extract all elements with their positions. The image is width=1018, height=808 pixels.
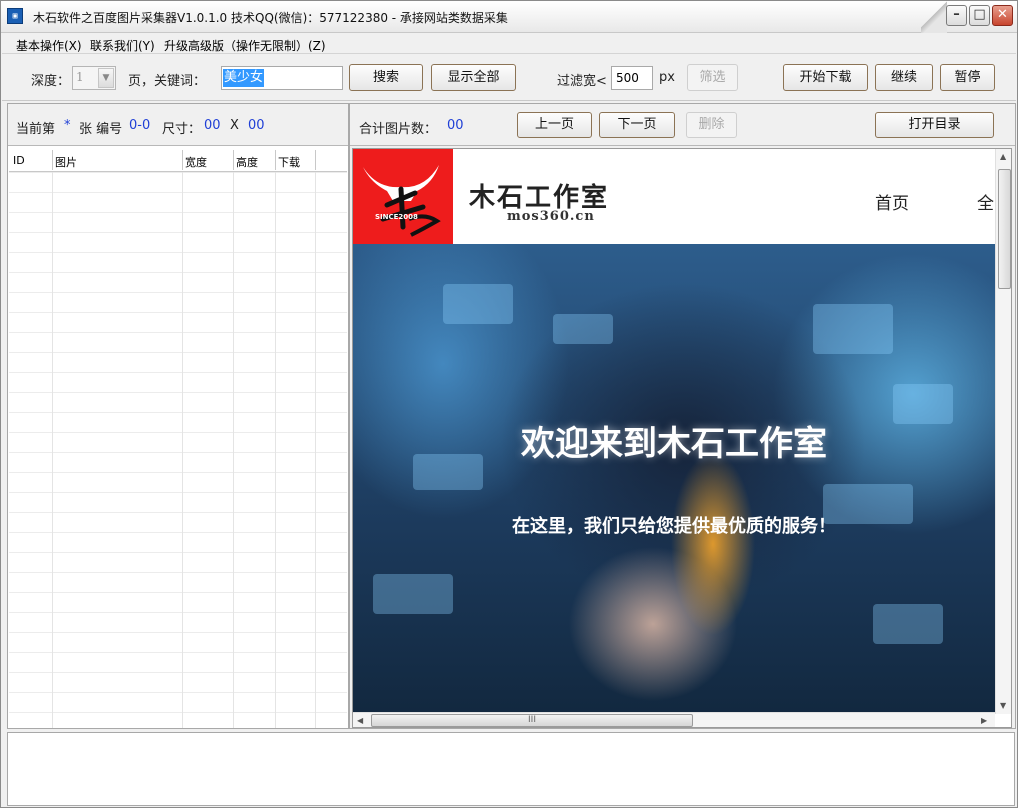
menu-upgrade[interactable]: 升级高级版（操作无限制）(Z) — [164, 37, 326, 54]
column-divider[interactable] — [233, 150, 234, 170]
banner-tile — [373, 574, 453, 614]
menu-contact-us[interactable]: 联系我们(Y) — [90, 37, 155, 54]
banner-tile — [813, 304, 893, 354]
grid-line — [275, 172, 276, 728]
image-table-body[interactable] — [9, 172, 347, 728]
menu-bar: 基本操作(X) 联系我们(Y) 升级高级版（操作无限制）(Z) — [2, 34, 1016, 54]
keyword-input[interactable]: 美少女 — [221, 66, 343, 90]
preview-panel: 合计图片数： 00 上一页 下一页 删除 打开目录 SINCE2008 木石工作… — [349, 103, 1016, 729]
logo-since-text: SINCE2008 — [375, 213, 418, 221]
close-icon: ✕ — [997, 7, 1008, 22]
column-divider[interactable] — [315, 150, 316, 170]
log-output-area[interactable] — [7, 732, 1015, 806]
banner-subtitle: 在这里，我们只给您提供最优质的服务！ — [512, 516, 836, 537]
preview-info-bar: 合计图片数： 00 上一页 下一页 删除 打开目录 — [350, 104, 1015, 146]
horizontal-scroll-thumb[interactable]: III — [371, 714, 693, 727]
banner-tile — [553, 314, 613, 344]
vertical-scroll-thumb[interactable] — [998, 169, 1011, 289]
scroll-down-icon[interactable]: ▼ — [1000, 701, 1006, 710]
minimize-icon: – — [953, 7, 960, 22]
column-divider[interactable] — [182, 150, 183, 170]
filter-width-label: 过滤宽< — [557, 74, 607, 89]
scroll-up-icon[interactable]: ▲ — [1000, 152, 1006, 161]
minimize-button[interactable]: – — [946, 5, 967, 26]
toolbar: 深度： 1 ▼ 页，关键词： 美少女 搜索 显示全部 过滤宽< 500 px 筛… — [2, 55, 1016, 101]
grid-line — [52, 172, 53, 728]
grid-line — [315, 172, 316, 728]
title-decoration — [921, 1, 947, 33]
menu-basic-operations[interactable]: 基本操作(X) — [16, 37, 82, 54]
column-divider[interactable] — [52, 150, 53, 170]
column-header-download[interactable]: 下载 — [278, 154, 300, 170]
delete-button[interactable]: 删除 — [686, 112, 737, 138]
window-controls: – □ ✕ — [946, 5, 1013, 26]
web-preview[interactable]: SINCE2008 木石工作室 mos360.cn 首页 全 欢迎来到木石工作室… — [352, 148, 1012, 728]
start-download-button[interactable]: 开始下载 — [783, 64, 868, 91]
site-url: mos360.cn — [507, 209, 595, 224]
banner-title: 欢迎来到木石工作室 — [521, 424, 827, 464]
keyword-label: 页，关键词： — [128, 74, 207, 89]
current-index: * — [64, 118, 71, 133]
title-bar[interactable]: ▣ 木石软件之百度图片采集器V1.0.1.0 技术QQ(微信)：57712238… — [1, 1, 1017, 33]
next-page-button[interactable]: 下一页 — [599, 112, 675, 138]
show-all-button[interactable]: 显示全部 — [431, 64, 516, 91]
site-header: SINCE2008 木石工作室 mos360.cn 首页 全 — [353, 149, 995, 244]
column-divider[interactable] — [275, 150, 276, 170]
index-label: 张 编号 — [79, 122, 123, 137]
depth-label: 深度： — [31, 74, 71, 89]
close-button[interactable]: ✕ — [992, 5, 1013, 26]
column-header-id[interactable]: ID — [13, 154, 25, 167]
site-logo[interactable]: SINCE2008 — [353, 149, 453, 244]
column-header-image[interactable]: 图片 — [55, 154, 77, 170]
bull-logo-icon — [363, 165, 441, 237]
keyword-value: 美少女 — [223, 69, 265, 87]
window-title: 木石软件之百度图片采集器V1.0.1.0 技术QQ(微信)：577122380 … — [33, 11, 508, 25]
open-directory-button[interactable]: 打开目录 — [875, 112, 994, 138]
total-images-label: 合计图片数： — [359, 122, 438, 137]
maximize-icon: □ — [973, 7, 986, 22]
app-window: ▣ 木石软件之百度图片采集器V1.0.1.0 技术QQ(微信)：57712238… — [0, 0, 1018, 808]
column-header-width[interactable]: 宽度 — [185, 154, 207, 170]
image-list-panel: 当前第 * 张 编号 0-0 尺寸： 00 X 00 ID 图片 宽度 高度 下… — [7, 103, 349, 729]
vertical-scrollbar[interactable]: ▲ ▼ — [995, 149, 1011, 714]
nav-home-link[interactable]: 首页 — [875, 189, 909, 214]
banner-tile — [443, 284, 513, 324]
total-images-value: 00 — [447, 118, 464, 133]
column-header-height[interactable]: 高度 — [236, 154, 258, 170]
hero-banner: 欢迎来到木石工作室 在这里，我们只给您提供最优质的服务！ — [353, 244, 995, 714]
continue-button[interactable]: 继续 — [875, 64, 933, 91]
scroll-right-icon[interactable]: ▶ — [981, 716, 987, 725]
filter-width-input[interactable]: 500 — [611, 66, 653, 90]
depth-select[interactable]: 1 ▼ — [72, 66, 116, 90]
size-label: 尺寸： — [162, 122, 202, 137]
depth-value: 1 — [76, 70, 84, 84]
table-header: ID 图片 宽度 高度 下载 — [9, 148, 347, 172]
filter-unit-label: px — [659, 70, 675, 85]
scroll-left-icon[interactable]: ◀ — [357, 716, 363, 725]
app-icon: ▣ — [7, 8, 23, 24]
maximize-button[interactable]: □ — [969, 5, 990, 26]
grid-line — [233, 172, 234, 728]
search-button[interactable]: 搜索 — [349, 64, 423, 91]
prev-page-button[interactable]: 上一页 — [517, 112, 592, 138]
filter-button[interactable]: 筛选 — [687, 64, 738, 91]
pause-button[interactable]: 暂停 — [940, 64, 995, 91]
banner-tile — [873, 604, 943, 644]
filter-width-value: 500 — [616, 71, 639, 85]
size-separator: X — [230, 118, 239, 133]
chevron-down-icon[interactable]: ▼ — [98, 68, 114, 88]
index-value: 0-0 — [129, 118, 151, 133]
nav-all-link[interactable]: 全 — [977, 189, 994, 214]
current-image-info: 当前第 * 张 编号 0-0 尺寸： 00 X 00 — [8, 104, 348, 146]
horizontal-scrollbar[interactable]: ◀ III ▶ — [353, 712, 995, 727]
grid-line — [182, 172, 183, 728]
current-prefix: 当前第 — [16, 122, 56, 137]
size-height: 00 — [248, 118, 265, 133]
size-width: 00 — [204, 118, 221, 133]
